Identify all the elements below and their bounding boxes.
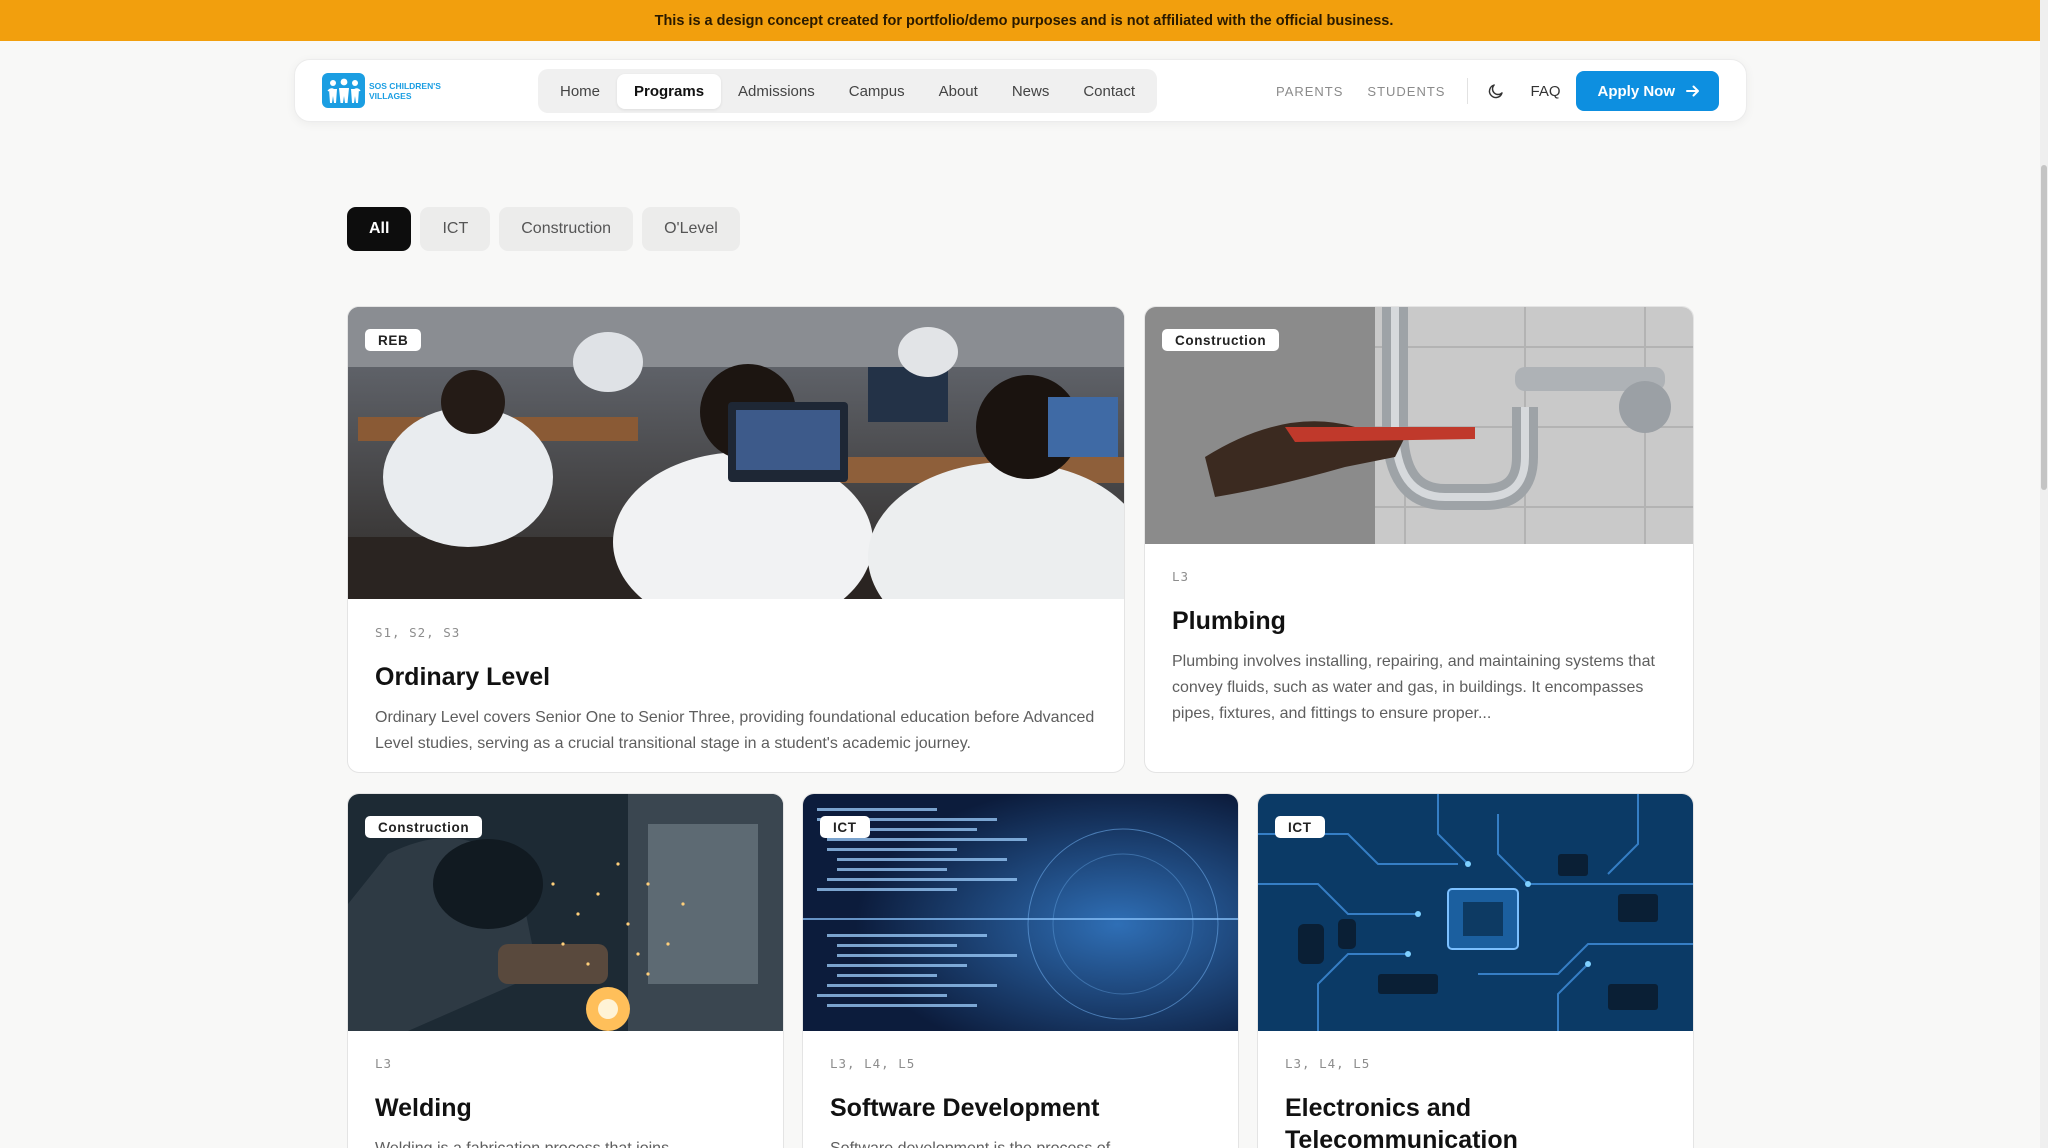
faq-link[interactable]: FAQ: [1530, 83, 1560, 100]
card-badge: Construction: [1162, 329, 1280, 351]
card-image-classroom: REB: [348, 307, 1124, 599]
arrow-right-icon: [1686, 85, 1699, 97]
card-title: Software Development: [830, 1094, 1100, 1122]
filter-chip-olevel[interactable]: O'Level: [642, 207, 740, 251]
card-badge: REB: [365, 329, 422, 351]
card-description: Welding is a fabrication process that jo…: [375, 1136, 756, 1148]
card-image-plumbing: Construction: [1145, 307, 1693, 544]
program-card-electronics-telecommunication[interactable]: ICT L3, L4, L5 Electronics and Telecommu…: [1257, 793, 1694, 1148]
card-title: Ordinary Level: [375, 663, 551, 691]
students-link[interactable]: STUDENTS: [1367, 84, 1445, 99]
card-levels: L3, L4, L5: [830, 1056, 916, 1071]
program-card-plumbing[interactable]: Construction L3 Plumbing Plumbing involv…: [1144, 306, 1694, 773]
parents-link[interactable]: PARENTS: [1276, 84, 1343, 99]
apply-now-button[interactable]: Apply Now: [1575, 71, 1719, 111]
demo-disclaimer-banner: This is a design concept created for por…: [0, 0, 2048, 41]
card-title: Plumbing: [1172, 607, 1286, 635]
card-levels: S1, S2, S3: [375, 625, 461, 640]
filter-chip-ict[interactable]: ICT: [420, 207, 491, 251]
card-levels: L3, L4, L5: [1285, 1056, 1371, 1071]
page-scrollbar[interactable]: [2040, 0, 2048, 1148]
nav-item-home[interactable]: Home: [543, 74, 617, 109]
program-card-welding[interactable]: Construction L3 Welding Welding is a fab…: [347, 793, 784, 1148]
program-card-software-development[interactable]: ICT L3, L4, L5 Software Development Soft…: [802, 793, 1239, 1148]
logo[interactable]: SOS CHILDREN'S VILLAGES: [322, 73, 449, 108]
main-menu: Home Programs Admissions Campus About Ne…: [538, 69, 1158, 113]
nav-item-campus[interactable]: Campus: [832, 74, 922, 109]
filter-chip-construction[interactable]: Construction: [499, 207, 634, 251]
program-card-ordinary-level[interactable]: REB S1, S2, S3 Ordinary Level Ordinary L…: [347, 306, 1125, 773]
card-description: Plumbing involves installing, repairing,…: [1172, 653, 1655, 722]
card-badge: Construction: [365, 816, 483, 838]
top-navbar: SOS CHILDREN'S VILLAGES Home Programs Ad…: [294, 59, 1747, 122]
scrollbar-thumb[interactable]: [2041, 165, 2047, 490]
nav-item-admissions[interactable]: Admissions: [721, 74, 832, 109]
nav-item-programs[interactable]: Programs: [617, 73, 722, 109]
nav-item-news[interactable]: News: [995, 74, 1067, 109]
card-title: Electronics and Telecommunication: [1285, 1094, 1518, 1148]
nav-item-contact[interactable]: Contact: [1066, 74, 1152, 109]
card-image-circuit-board: ICT: [1258, 794, 1693, 1031]
nav-item-about[interactable]: About: [922, 74, 995, 109]
nav-actions: PARENTS STUDENTS FAQ Apply Now: [1276, 71, 1719, 111]
logo-text: SOS CHILDREN'S VILLAGES: [369, 80, 441, 101]
filter-chip-all[interactable]: All: [347, 207, 412, 251]
card-levels: L3: [375, 1056, 393, 1071]
moon-icon[interactable]: [1486, 81, 1506, 101]
banner-text: This is a design concept created for por…: [654, 12, 1394, 29]
card-image-code: ICT: [803, 794, 1238, 1031]
card-title: Welding: [375, 1094, 472, 1122]
program-filter-chips: All ICT Construction O'Level: [347, 207, 749, 251]
card-levels: L3: [1172, 569, 1190, 584]
card-description: Ordinary Level covers Senior One to Seni…: [375, 709, 1095, 752]
apply-now-label: Apply Now: [1597, 82, 1676, 100]
logo-mark-icon: [322, 73, 365, 108]
nav-divider: [1467, 78, 1469, 104]
card-description: Software development is the process of: [830, 1136, 1211, 1148]
card-badge: ICT: [820, 816, 870, 838]
card-badge: ICT: [1275, 816, 1325, 838]
card-image-welding: Construction: [348, 794, 783, 1031]
